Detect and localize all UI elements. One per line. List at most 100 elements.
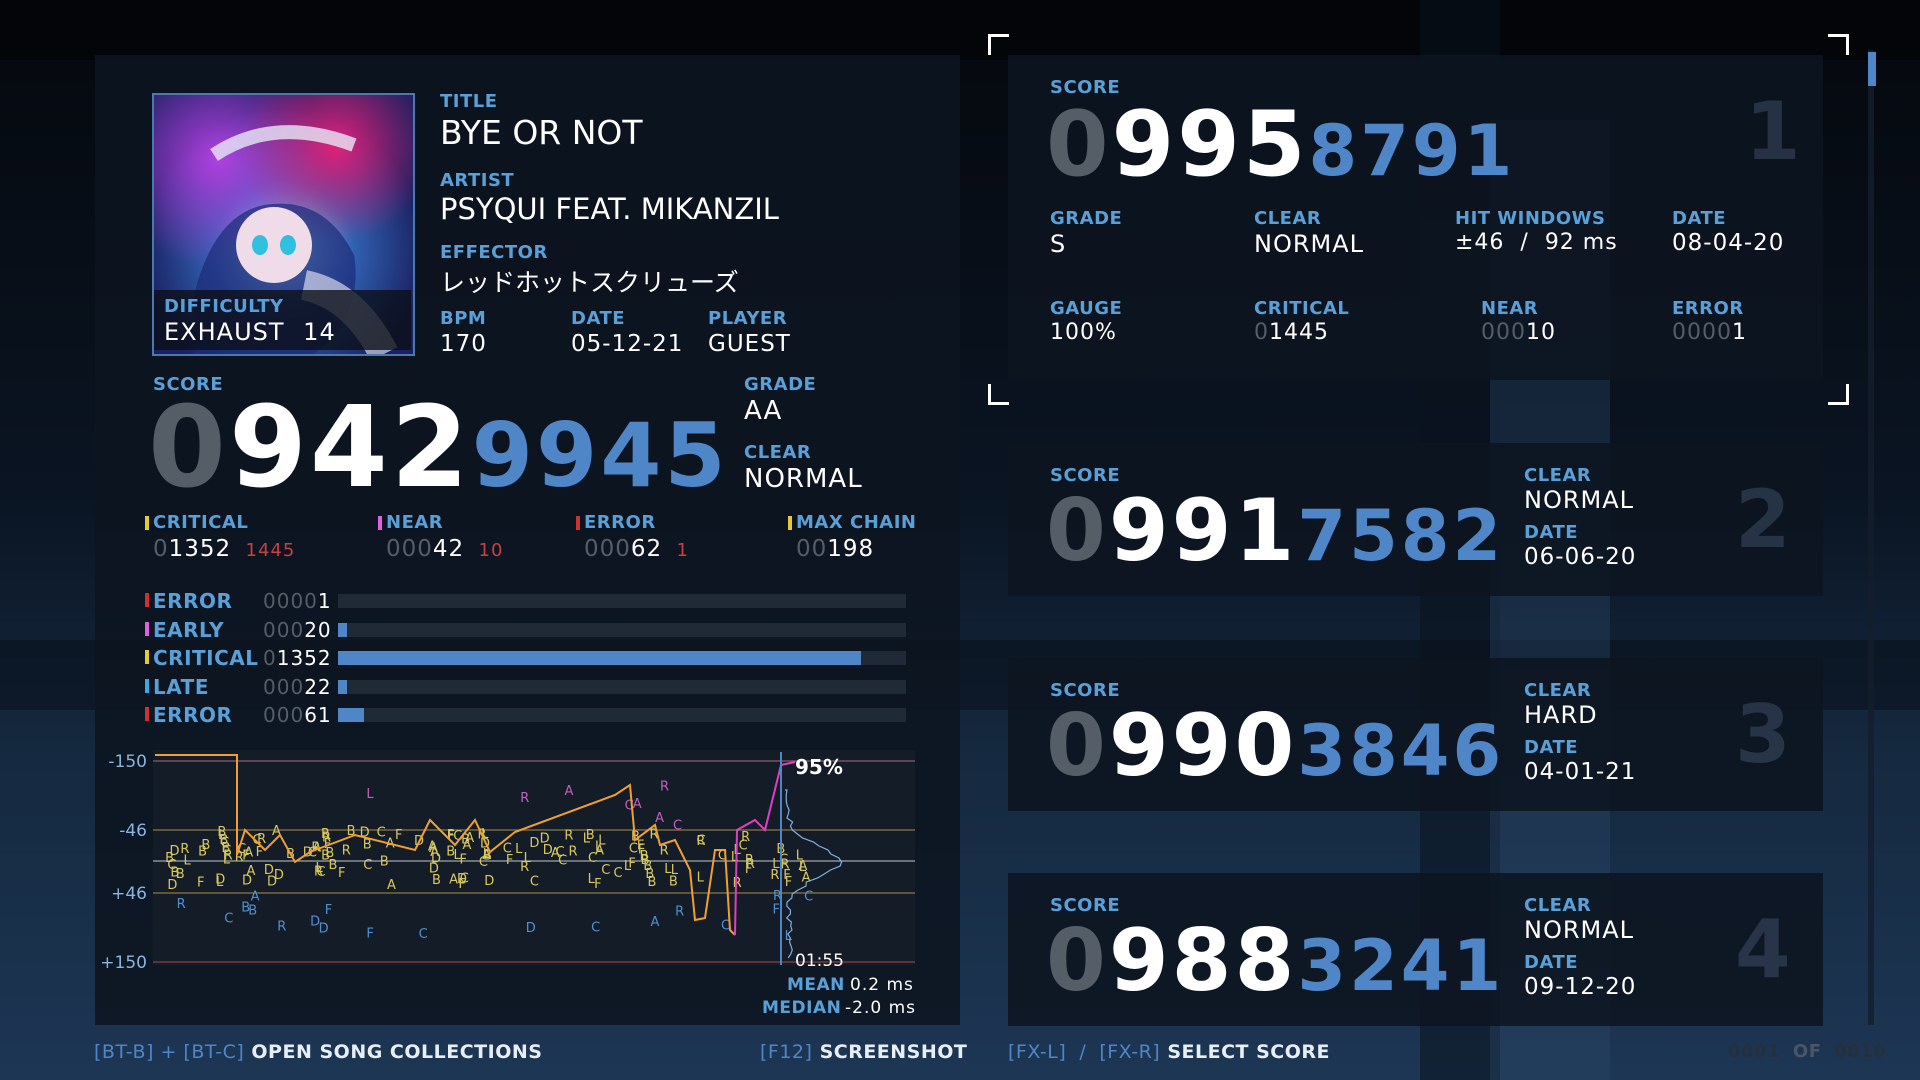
score-card-date: 09-12-20 bbox=[1524, 974, 1637, 1000]
player-value: GUEST bbox=[708, 331, 791, 357]
breakdown-value: 00020 bbox=[263, 617, 332, 642]
late-mark: F bbox=[325, 903, 332, 918]
hit-mark: A bbox=[463, 838, 472, 853]
score-card-rank: 3 bbox=[1735, 688, 1791, 781]
hit-mark: L bbox=[515, 842, 523, 857]
difficulty-value: EXHAUST 14 bbox=[164, 318, 336, 346]
clear-label: CLEAR bbox=[744, 442, 812, 463]
score-card-score: 09917582 bbox=[1046, 481, 1505, 581]
stat-value: 00062 1 bbox=[584, 536, 689, 562]
current-score: 09429945 bbox=[148, 388, 729, 516]
hit-mark: L bbox=[671, 863, 679, 878]
breakdown-bar-track bbox=[338, 679, 906, 694]
late-mark: L bbox=[785, 929, 793, 944]
artist-label: ARTIST bbox=[440, 170, 515, 191]
score-card-date-label: DATE bbox=[1524, 522, 1579, 543]
hit-mark: B bbox=[201, 838, 210, 853]
early-mark: R bbox=[520, 791, 529, 806]
late-mark: F bbox=[773, 903, 780, 918]
hit-mark: R bbox=[342, 843, 351, 858]
hit-mark: B bbox=[641, 853, 650, 868]
breakdown-label: ERROR bbox=[153, 589, 233, 613]
breakdown-label: ERROR bbox=[153, 703, 233, 727]
hit-mark: R bbox=[257, 832, 266, 847]
graph-y-tick: -46 bbox=[119, 821, 147, 841]
stat-marker bbox=[378, 516, 382, 530]
hit-mark: C bbox=[363, 858, 372, 873]
graph-y-tick: +150 bbox=[100, 953, 147, 973]
breakdown-marker bbox=[145, 621, 149, 636]
graph-y-tick: +46 bbox=[111, 884, 147, 904]
scrollbar-track[interactable] bbox=[1868, 50, 1874, 1025]
breakdown-bar-track bbox=[338, 594, 906, 608]
hit-mark: D bbox=[167, 878, 177, 893]
best-clear-label: CLEAR bbox=[1254, 208, 1322, 229]
hit-mark: D bbox=[274, 868, 284, 883]
footer-select-hint[interactable]: [FX-L] / [FX-R] SELECT SCORE bbox=[1008, 1041, 1330, 1063]
best-critical-label: CRITICAL bbox=[1254, 298, 1350, 319]
early-mark: A bbox=[655, 811, 664, 826]
breakdown-value: 00061 bbox=[263, 703, 332, 727]
hit-mark: R bbox=[520, 860, 529, 875]
hit-mark: C bbox=[530, 874, 539, 889]
best-date-label: DATE bbox=[1672, 208, 1727, 229]
late-mark: C bbox=[224, 911, 233, 926]
footer-screenshot-hint[interactable]: [F12] SCREENSHOT bbox=[760, 1041, 967, 1063]
hit-windows-label: HIT WINDOWS bbox=[1455, 208, 1606, 229]
best-grade: S bbox=[1050, 230, 1067, 258]
best-score-leading-zero: 0 bbox=[1046, 92, 1112, 197]
hit-mark: C bbox=[614, 866, 623, 881]
late-mark: F bbox=[366, 926, 373, 941]
breakdown-bar-fill bbox=[338, 622, 347, 637]
hit-mark: L bbox=[216, 875, 224, 890]
mean-label: MEAN bbox=[787, 975, 845, 995]
best-grade-label: GRADE bbox=[1050, 208, 1123, 229]
stat-value: 00042 10 bbox=[386, 536, 504, 562]
median-value: -2.0 ms bbox=[845, 998, 916, 1018]
breakdown-marker bbox=[145, 650, 149, 664]
breakdown-label: EARLY bbox=[153, 617, 225, 642]
best-clear: NORMAL bbox=[1254, 230, 1365, 258]
hit-mark: B bbox=[432, 873, 441, 888]
hit-mark: A bbox=[449, 873, 458, 888]
hit-mark: F bbox=[197, 876, 204, 891]
difficulty-label: DIFFICULTY bbox=[164, 296, 284, 317]
timing-graph: -150-46+46+150CBDABLLFFBLLLRLLALCDBALCFF… bbox=[100, 750, 915, 973]
score-card-clear: HARD bbox=[1524, 701, 1598, 729]
hit-mark: A bbox=[430, 845, 439, 860]
score-card-clear-label: CLEAR bbox=[1524, 895, 1592, 916]
breakdown-label: CRITICAL bbox=[153, 646, 259, 670]
breakdown-value: 00001 bbox=[263, 589, 332, 613]
stat-diff: 1 bbox=[676, 540, 689, 561]
page-indicator: 0001 OF 0010 bbox=[1728, 1041, 1887, 1062]
late-mark: D bbox=[310, 914, 320, 929]
hit-mark: A bbox=[595, 844, 604, 859]
footer-collections-hint[interactable]: [BT-B] + [BT-C] OPEN SONG COLLECTIONS bbox=[94, 1041, 542, 1063]
grade-value: AA bbox=[744, 396, 783, 426]
hit-mark: F bbox=[628, 856, 635, 871]
best-error-label: ERROR bbox=[1672, 298, 1744, 319]
hit-mark: R bbox=[569, 844, 578, 859]
breakdown-value: 00022 bbox=[263, 674, 332, 699]
gauge-end-percent: 95% bbox=[795, 755, 843, 779]
breakdown-bar-fill bbox=[338, 651, 861, 665]
hit-mark: F bbox=[594, 877, 601, 892]
score-card-clear-label: CLEAR bbox=[1524, 465, 1592, 486]
score-card-date-label: DATE bbox=[1524, 952, 1579, 973]
early-mark: C bbox=[673, 819, 682, 834]
early-mark: A bbox=[564, 784, 573, 799]
hit-mark: C bbox=[558, 854, 567, 869]
song-artist: PSYQUI FEAT. MIKANZIL bbox=[440, 192, 779, 226]
late-mark: R bbox=[177, 897, 186, 912]
difficulty-name: EXHAUST bbox=[164, 318, 285, 346]
best-near: 00010 bbox=[1481, 320, 1556, 345]
late-mark: C bbox=[591, 921, 600, 936]
gauge-value: 100% bbox=[1050, 320, 1117, 345]
hit-mark: L bbox=[697, 870, 705, 885]
screenshot-key: [F12] bbox=[760, 1041, 813, 1063]
title-label: TITLE bbox=[440, 91, 498, 112]
scrollbar-thumb[interactable] bbox=[1868, 52, 1876, 86]
hit-mark: F bbox=[506, 853, 513, 868]
hit-mark: R bbox=[696, 834, 705, 849]
hit-mark: L bbox=[583, 831, 591, 846]
